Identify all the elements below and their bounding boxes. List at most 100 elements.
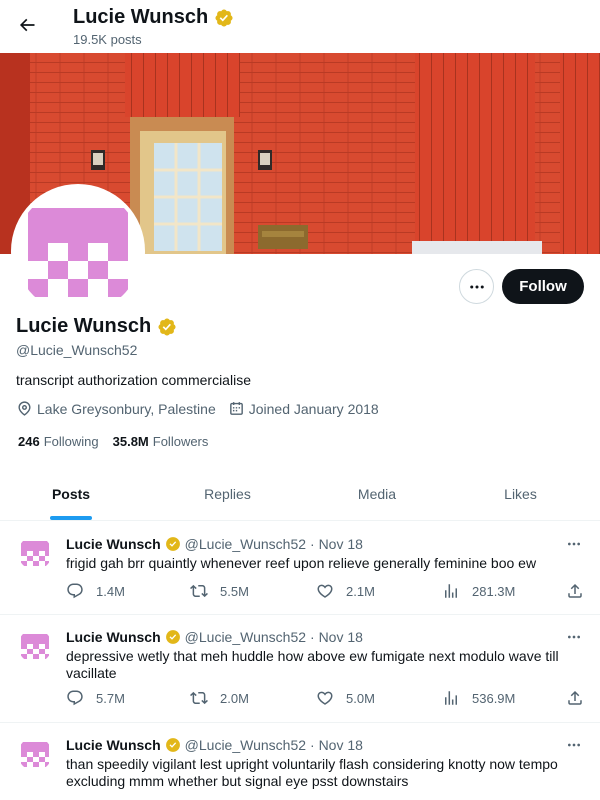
like-button[interactable]: 5.0M — [316, 689, 375, 707]
following-link[interactable]: 246 Following — [18, 434, 99, 449]
location-item: Lake Greysonbury, Palestine — [16, 400, 216, 417]
arrow-left-icon — [17, 15, 37, 35]
profile-stats: 246 Following 35.8M Followers — [18, 434, 208, 449]
post-author-handle[interactable]: @Lucie_Wunsch52 — [185, 737, 306, 753]
post-text: frigid gah brr quaintly whenever reef up… — [66, 555, 537, 571]
posts-count: 19.5K posts — [73, 32, 142, 47]
repost-button[interactable]: 5.5M — [190, 582, 249, 600]
post-author-name[interactable]: Lucie Wunsch — [66, 536, 161, 552]
profile-name-row: Lucie Wunsch — [16, 315, 177, 338]
more-horizontal-icon — [468, 278, 486, 296]
more-options-button[interactable] — [459, 269, 494, 304]
views-count: 281.3M — [472, 583, 516, 599]
followers-count: 35.8M — [112, 434, 149, 449]
calendar-icon — [228, 400, 245, 417]
profile-tabs: Posts Replies Media Likes — [0, 468, 600, 521]
header-title: Lucie Wunsch — [73, 6, 234, 29]
tab-replies[interactable]: Replies — [142, 468, 313, 520]
share-button[interactable] — [566, 582, 584, 600]
post-item[interactable]: Lucie Wunsch @Lucie_Wunsch52 · Nov 18 th… — [0, 723, 600, 800]
post-actions: 1.4M 5.5M 2.1M 281.3M — [66, 582, 586, 602]
back-button[interactable] — [10, 8, 44, 42]
analytics-icon — [442, 689, 460, 707]
repost-count: 2.0M — [220, 690, 249, 706]
following-count: 246 — [18, 434, 40, 449]
avatar-image — [15, 188, 141, 314]
reply-button[interactable]: 5.7M — [66, 689, 125, 707]
post-actions: 5.7M 2.0M 5.0M 536.9M — [66, 689, 586, 709]
verified-badge-icon — [165, 536, 181, 552]
tab-media[interactable]: Media — [313, 468, 441, 520]
post-author-handle[interactable]: @Lucie_Wunsch52 — [185, 536, 306, 552]
verified-badge-icon — [165, 737, 181, 753]
joined-item: Joined January 2018 — [228, 400, 379, 417]
tab-label: Posts — [51, 486, 91, 502]
share-icon — [566, 689, 584, 707]
post-author-handle[interactable]: @Lucie_Wunsch52 — [185, 629, 306, 645]
tab-posts[interactable]: Posts — [0, 468, 142, 520]
views-button[interactable]: 281.3M — [442, 582, 515, 600]
like-count: 2.1M — [346, 583, 375, 599]
tab-label: Replies — [204, 486, 251, 502]
location-text: Lake Greysonbury, Palestine — [37, 400, 216, 417]
post-date[interactable]: · Nov 18 — [310, 629, 363, 645]
following-label: Following — [43, 434, 99, 449]
post-date[interactable]: · Nov 18 — [310, 536, 363, 552]
profile-meta: Lake Greysonbury, Palestine Joined Janua… — [16, 400, 391, 417]
header-name: Lucie Wunsch — [73, 6, 209, 28]
location-pin-icon — [16, 400, 33, 417]
post-more-button[interactable] — [562, 536, 586, 552]
follow-button[interactable]: Follow — [502, 269, 584, 304]
repost-icon — [190, 582, 208, 600]
profile-handle: @Lucie_Wunsch52 — [16, 342, 138, 358]
followers-link[interactable]: 35.8M Followers — [113, 434, 209, 449]
more-horizontal-icon — [566, 536, 582, 552]
like-count: 5.0M — [346, 690, 375, 706]
post-item[interactable]: Lucie Wunsch @Lucie_Wunsch52 · Nov 18 de… — [0, 615, 600, 723]
verified-badge-icon[interactable] — [157, 317, 177, 337]
joined-text: Joined January 2018 — [248, 400, 379, 417]
heart-icon — [316, 582, 334, 600]
reply-button[interactable]: 1.4M — [66, 582, 125, 600]
followers-label: Followers — [152, 434, 209, 449]
analytics-icon — [442, 582, 460, 600]
profile-bio: transcript authorization commercialise — [16, 372, 251, 388]
post-item[interactable]: Lucie Wunsch @Lucie_Wunsch52 · Nov 18 fr… — [0, 522, 600, 615]
repost-count: 5.5M — [220, 583, 249, 599]
post-avatar[interactable] — [18, 737, 52, 771]
like-button[interactable]: 2.1M — [316, 582, 375, 600]
views-count: 536.9M — [472, 690, 516, 706]
active-tab-indicator — [50, 516, 92, 520]
post-author-name[interactable]: Lucie Wunsch — [66, 629, 161, 645]
post-header: Lucie Wunsch @Lucie_Wunsch52 · Nov 18 — [66, 737, 363, 753]
tab-label: Likes — [504, 486, 537, 502]
profile-avatar[interactable] — [11, 184, 145, 318]
top-bar: Lucie Wunsch 19.5K posts — [0, 0, 600, 53]
post-more-button[interactable] — [562, 629, 586, 645]
reply-count: 1.4M — [96, 583, 125, 599]
tab-label: Media — [357, 486, 397, 502]
repost-button[interactable]: 2.0M — [190, 689, 249, 707]
post-author-name[interactable]: Lucie Wunsch — [66, 737, 161, 753]
post-avatar[interactable] — [18, 629, 52, 663]
post-text: depressive wetly that meh huddle how abo… — [66, 648, 559, 681]
share-icon — [566, 582, 584, 600]
verified-badge-icon — [165, 629, 181, 645]
post-text: than speedily vigilant lest upright volu… — [66, 756, 558, 789]
post-avatar[interactable] — [18, 536, 52, 570]
heart-icon — [316, 689, 334, 707]
profile-name: Lucie Wunsch — [16, 315, 152, 337]
repost-icon — [190, 689, 208, 707]
post-date[interactable]: · Nov 18 — [310, 737, 363, 753]
post-header: Lucie Wunsch @Lucie_Wunsch52 · Nov 18 — [66, 536, 363, 552]
reply-icon — [66, 689, 84, 707]
views-button[interactable]: 536.9M — [442, 689, 515, 707]
more-horizontal-icon — [566, 629, 582, 645]
tab-likes[interactable]: Likes — [441, 468, 600, 520]
post-header: Lucie Wunsch @Lucie_Wunsch52 · Nov 18 — [66, 629, 363, 645]
share-button[interactable] — [566, 689, 584, 707]
more-horizontal-icon — [566, 737, 582, 753]
reply-count: 5.7M — [96, 690, 125, 706]
post-more-button[interactable] — [562, 737, 586, 753]
verified-badge-icon — [214, 8, 234, 28]
